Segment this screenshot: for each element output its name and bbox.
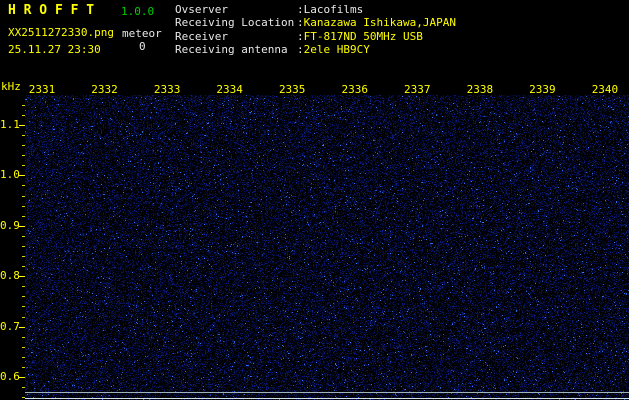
mode-label: meteor: [122, 27, 162, 40]
info-label: Receiving Location: [175, 16, 295, 30]
freq-label: 1.0: [0, 168, 20, 182]
output-filename: XX2511272330.png: [8, 26, 114, 39]
info-label: Receiving antenna: [175, 42, 288, 56]
freq-unit-label: kHz: [1, 80, 21, 93]
info-label: Ovserver: [175, 3, 228, 16]
time-label: 2333: [153, 83, 181, 96]
info-separator: :: [297, 29, 304, 43]
meteor-count: 0: [139, 40, 146, 53]
time-label: 2336: [341, 83, 369, 96]
info-separator: :: [297, 16, 304, 30]
freq-label: 0.8: [0, 269, 20, 283]
info-value: FT-817ND 50MHz USB: [303, 29, 423, 43]
info-separator: :: [297, 3, 304, 16]
app-version: 1.0.0: [121, 5, 155, 18]
info-separator: :: [297, 42, 304, 56]
info-value: 2ele HB9CY: [303, 42, 370, 56]
info-value: Kanazawa Ishikawa,JAPAN: [303, 16, 456, 30]
hrofft-app: H R O F F T 1.0.0 XX2511272330.png meteo…: [0, 0, 629, 400]
freq-label: 0.6: [0, 370, 20, 383]
spectrogram-canvas: [25, 95, 629, 400]
time-label: 2337: [404, 83, 431, 96]
station-info: Ovserver: Lacofilms Receiving Location: …: [175, 3, 456, 56]
time-label: 2331: [28, 83, 56, 96]
freq-label: 0.7: [0, 319, 20, 333]
freq-label: 1.1: [0, 118, 20, 131]
time-label: 2339: [529, 83, 556, 96]
info-row-antenna: Receiving antenna: 2ele HB9CY: [175, 43, 456, 56]
clock-timestamp: 25.11.27 23:30: [8, 43, 101, 56]
info-value: Lacofilms: [303, 3, 364, 16]
info-label: Receiver: [175, 29, 228, 43]
info-row-observer: Ovserver: Lacofilms: [175, 3, 456, 16]
info-row-location: Receiving Location: Kanazawa Ishikawa,JA…: [175, 16, 456, 29]
time-label: 2338: [466, 83, 494, 96]
freq-label: 0.9: [0, 218, 20, 232]
app-title: H R O F F T: [8, 3, 95, 18]
time-label: 2332: [91, 83, 118, 96]
time-label: 2335: [278, 83, 306, 96]
info-row-receiver: Receiver: FT-817ND 50MHz USB: [175, 30, 456, 43]
time-label: 2334: [216, 83, 243, 96]
time-label: 2340: [591, 83, 619, 96]
